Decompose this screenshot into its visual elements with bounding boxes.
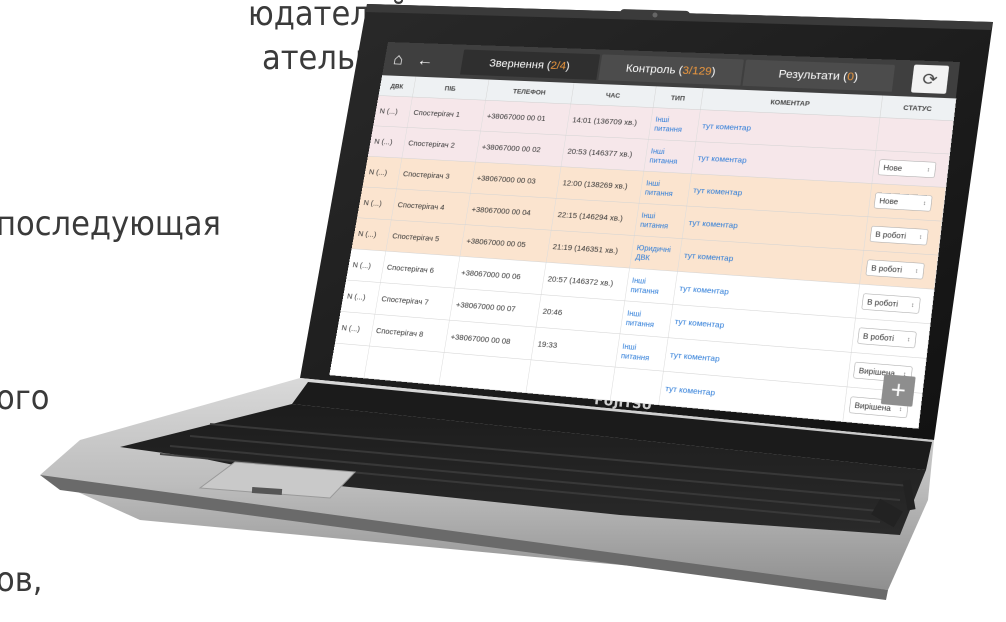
dropdown-arrows-icon: ↕ (910, 301, 915, 309)
screen-app: ⌂ ← Звернення (2/4) Контроль (3/129) Резул… (329, 42, 960, 429)
status-select[interactable]: В роботі ↕ (861, 293, 921, 314)
status-cell: В роботі ↕ (863, 216, 942, 256)
dropdown-arrows-icon: ↕ (918, 233, 923, 241)
cell-dvk: N (...) (357, 186, 397, 220)
cell-dvk: N (...) (340, 279, 381, 315)
status-value: В роботі (874, 229, 907, 241)
cell-phone: +38067000 00 01 (480, 100, 571, 136)
add-button[interactable]: + (880, 374, 916, 407)
status-value: В роботі (862, 331, 895, 343)
column-header[interactable]: СТАТУС (879, 95, 956, 121)
status-cell: Нове ↕ (871, 150, 950, 188)
dropdown-arrows-icon: ↕ (906, 336, 911, 343)
status-value: Нове (878, 196, 899, 206)
cell-type[interactable] (609, 367, 664, 405)
cell-type[interactable]: Інші питання (643, 139, 696, 174)
cell-dvk: N (...) (346, 248, 386, 283)
tab[interactable]: Результати (0) (742, 59, 896, 92)
column-header[interactable]: ТИП (652, 86, 704, 110)
status-value: Нове (882, 163, 903, 173)
refresh-icon: ⟳ (921, 69, 939, 89)
dropdown-arrows-icon: ↕ (898, 405, 903, 413)
cell-pib: Спостерігач 3 (396, 158, 476, 194)
tab-label: Контроль ( (625, 61, 684, 77)
cell-type[interactable]: Інші питання (634, 203, 687, 239)
status-select[interactable]: В роботі ↕ (869, 225, 929, 246)
column-header[interactable]: ДВК (378, 75, 416, 97)
cell-type[interactable]: Інші питання (619, 300, 673, 338)
tab-label-suffix: ) (710, 64, 717, 78)
cell-type[interactable]: Юридичні ДВК (629, 235, 682, 272)
cell-dvk: N (...) (351, 217, 391, 252)
tab-label-suffix: ) (853, 70, 859, 84)
status-cell: Нове ↕ (867, 183, 946, 222)
cell-dvk: N (...) (362, 156, 402, 189)
cell-time (525, 359, 615, 401)
status-cell (875, 117, 954, 154)
dropdown-arrows-icon: ↕ (914, 267, 919, 275)
home-icon: ⌂ (391, 49, 405, 69)
cell-dvk: N (...) (334, 311, 375, 347)
status-value: В роботі (866, 297, 899, 309)
cell-time: 22:15 (146294 хв.) (550, 198, 639, 236)
tab-count: 3/129 (681, 63, 713, 78)
tab[interactable]: Звернення (2/4) (459, 49, 601, 80)
cell-type[interactable]: Інші питання (638, 171, 692, 207)
cell-type[interactable]: Інші питання (614, 333, 668, 372)
refresh-button[interactable]: ⟳ (910, 64, 950, 94)
status-select[interactable]: В роботі ↕ (865, 259, 925, 280)
tab-label: Результати ( (777, 67, 849, 83)
tab-label: Звернення ( (488, 56, 552, 72)
tab[interactable]: Контроль (3/129) (598, 54, 745, 86)
status-cell: В роботі ↕ (859, 250, 938, 290)
cell-pib: Спостерігач 5 (385, 219, 465, 257)
cell-time: 14:01 (136709 хв.) (565, 103, 653, 140)
status-cell: В роботі ↕ (855, 284, 934, 324)
cell-type[interactable]: Інші питання (624, 268, 678, 305)
cell-phone: +38067000 00 03 (470, 162, 561, 199)
cell-dvk (329, 343, 370, 379)
cell-pib: Спостерігач 1 (406, 96, 486, 132)
cell-dvk: N (...) (373, 95, 413, 128)
status-value: В роботі (870, 263, 903, 275)
requests-table: ДВК ПІБ ТЕЛЕФОН ЧАС ТИП КОМЕНТАР СТАТУС N (...… (329, 75, 956, 429)
cell-pib: Спостерігач 2 (401, 127, 481, 163)
cell-phone: +38067000 00 02 (475, 131, 566, 167)
cell-time: 20:53 (146377 хв.) (560, 135, 649, 172)
dropdown-arrows-icon: ↕ (926, 166, 931, 173)
cell-time: 12:00 (138269 хв.) (555, 166, 644, 204)
status-select[interactable]: В роботі ↕ (856, 327, 917, 349)
status-select[interactable]: Нове ↕ (877, 159, 937, 178)
back-button[interactable]: ← (409, 43, 442, 77)
cell-dvk: N (...) (367, 125, 407, 159)
plus-icon: + (889, 375, 908, 405)
back-arrow-icon: ← (415, 50, 436, 70)
tab-label-suffix: ) (565, 59, 571, 72)
dropdown-arrows-icon: ↕ (922, 199, 927, 207)
status-select[interactable]: Нове ↕ (873, 192, 933, 212)
cell-pib: Спостерігач 4 (390, 188, 471, 225)
cell-pib (363, 346, 444, 385)
cell-type[interactable]: Інші питання (648, 107, 701, 142)
